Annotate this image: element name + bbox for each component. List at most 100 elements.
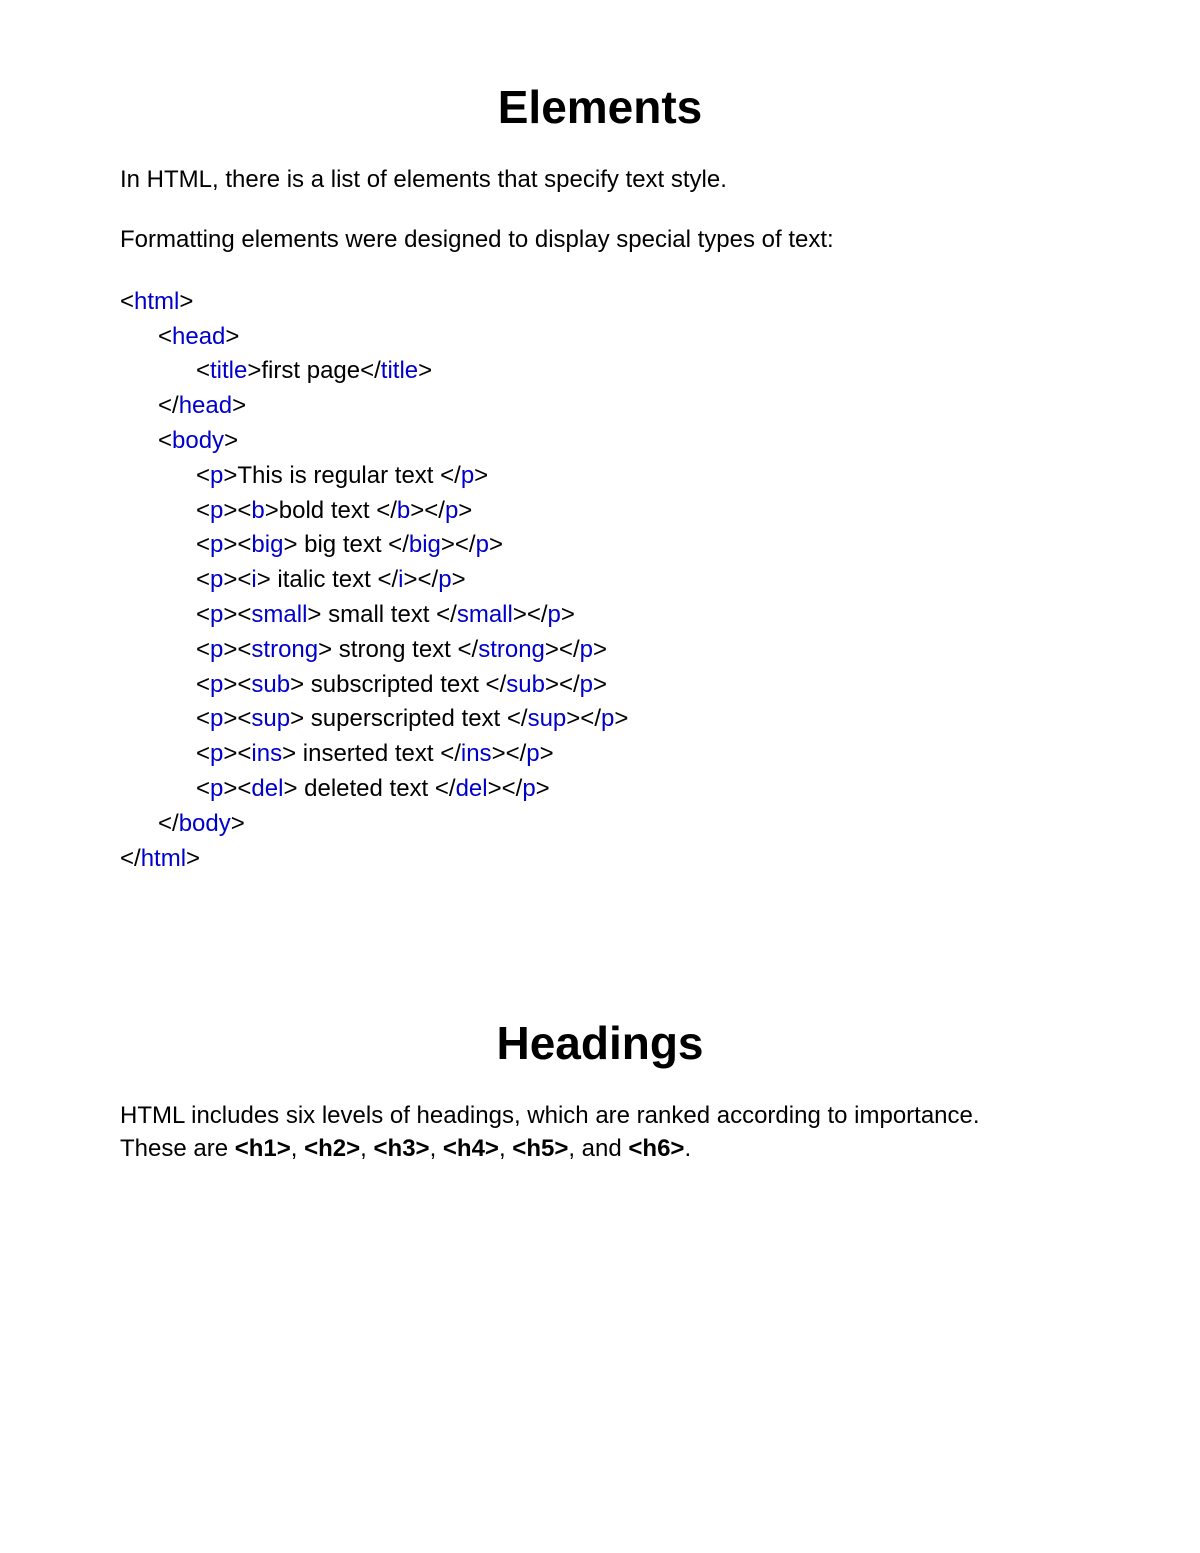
- angle-bracket: </: [580, 705, 601, 732]
- tag-p-close: p: [526, 740, 539, 767]
- angle-bracket: </: [120, 845, 141, 872]
- code-line: <p><i> italic text </i></p>: [120, 563, 1080, 598]
- angle-bracket: >: [225, 323, 239, 350]
- tag-p: p: [210, 740, 223, 767]
- tag-p-close: p: [461, 462, 474, 489]
- tag-p: p: [210, 671, 223, 698]
- code-line: <p><del> deleted text </del></p>: [120, 772, 1080, 807]
- angle-bracket: >: [223, 636, 237, 663]
- tag-p-close: p: [580, 671, 593, 698]
- code-line: <p><big> big text </big></p>: [120, 528, 1080, 563]
- tag-p-open: p: [210, 462, 223, 489]
- h4-tag-label: <h4>: [443, 1135, 499, 1162]
- code-line: <p>This is regular text </p>: [120, 459, 1080, 494]
- angle-bracket: </: [418, 566, 439, 593]
- angle-bracket: >: [257, 566, 271, 593]
- tag-p-close: p: [580, 636, 593, 663]
- text-span: ,: [291, 1135, 304, 1162]
- angle-bracket: <: [196, 531, 210, 558]
- angle-bracket: >: [290, 671, 304, 698]
- angle-bracket: <: [120, 288, 134, 315]
- angle-bracket: <: [196, 357, 210, 384]
- angle-bracket: >: [566, 705, 580, 732]
- angle-bracket: <: [158, 323, 172, 350]
- angle-bracket: <: [196, 775, 210, 802]
- tag-p: p: [210, 775, 223, 802]
- angle-bracket: >: [458, 497, 472, 524]
- angle-bracket: >: [231, 810, 245, 837]
- angle-bracket: </: [388, 531, 409, 558]
- tag-p: p: [210, 601, 223, 628]
- tag-strong-close: strong: [478, 636, 545, 663]
- code-text: This is regular text: [237, 462, 440, 489]
- paragraph-intro-2: Formatting elements were designed to dis…: [120, 224, 1080, 256]
- code-text: big text: [297, 531, 388, 558]
- code-text: italic text: [271, 566, 378, 593]
- paragraph-intro-1: In HTML, there is a list of elements tha…: [120, 164, 1080, 196]
- angle-bracket: >: [179, 288, 193, 315]
- code-example-block: <html> <head> <title>first page</title> …: [120, 285, 1080, 877]
- tag-body-close: body: [179, 810, 231, 837]
- angle-bracket: >: [410, 497, 424, 524]
- tag-ins-close: ins: [461, 740, 492, 767]
- angle-bracket: >: [223, 740, 237, 767]
- angle-bracket: >: [418, 357, 432, 384]
- angle-bracket: >: [452, 566, 466, 593]
- angle-bracket: </: [507, 705, 528, 732]
- tag-body-open: body: [172, 427, 224, 454]
- angle-bracket: >: [489, 531, 503, 558]
- tag-small: small: [251, 601, 307, 628]
- angle-bracket: >: [186, 845, 200, 872]
- paragraph-headings-2: These are <h1>, <h2>, <h3>, <h4>, <h5>, …: [120, 1133, 1080, 1165]
- h5-tag-label: <h5>: [512, 1135, 568, 1162]
- code-text: inserted text: [296, 740, 440, 767]
- angle-bracket: <: [196, 671, 210, 698]
- angle-bracket: </: [506, 740, 527, 767]
- tag-p: p: [210, 636, 223, 663]
- h6-tag-label: <h6>: [628, 1135, 684, 1162]
- angle-bracket: >: [224, 427, 238, 454]
- angle-bracket: </: [360, 357, 381, 384]
- tag-big: big: [251, 531, 283, 558]
- text-span: ,: [430, 1135, 443, 1162]
- tag-b-close: b: [397, 497, 410, 524]
- code-line: <p><sub> subscripted text </sub></p>: [120, 668, 1080, 703]
- angle-bracket: </: [559, 671, 580, 698]
- tag-p: p: [210, 531, 223, 558]
- code-text: strong text: [332, 636, 457, 663]
- angle-bracket: <: [237, 566, 251, 593]
- angle-bracket: >: [545, 636, 559, 663]
- angle-bracket: </: [559, 636, 580, 663]
- angle-bracket: >: [492, 740, 506, 767]
- angle-bracket: </: [527, 601, 548, 628]
- angle-bracket: </: [436, 601, 457, 628]
- tag-strong: strong: [251, 636, 318, 663]
- angle-bracket: <: [196, 740, 210, 767]
- angle-bracket: >: [513, 601, 527, 628]
- angle-bracket: <: [237, 601, 251, 628]
- tag-del-close: del: [456, 775, 488, 802]
- h3-tag-label: <h3>: [374, 1135, 430, 1162]
- text-span: , and: [568, 1135, 628, 1162]
- tag-sub: sub: [251, 671, 290, 698]
- tag-p-close: p: [601, 705, 614, 732]
- angle-bracket: >: [283, 531, 297, 558]
- code-line: <p><small> small text </small></p>: [120, 598, 1080, 633]
- angle-bracket: >: [404, 566, 418, 593]
- angle-bracket: </: [440, 462, 461, 489]
- angle-bracket: >: [540, 740, 554, 767]
- angle-bracket: <: [196, 462, 210, 489]
- angle-bracket: >: [282, 740, 296, 767]
- code-text: small text: [321, 601, 436, 628]
- angle-bracket: >: [223, 497, 237, 524]
- angle-bracket: >: [593, 671, 607, 698]
- code-line: <body>: [120, 424, 1080, 459]
- code-line: </head>: [120, 389, 1080, 424]
- h1-tag-label: <h1>: [235, 1135, 291, 1162]
- code-line: <p><b>bold text </b></p>: [120, 494, 1080, 529]
- angle-bracket: <: [158, 427, 172, 454]
- tag-title-close: title: [381, 357, 418, 384]
- angle-bracket: <: [196, 497, 210, 524]
- angle-bracket: >: [318, 636, 332, 663]
- angle-bracket: >: [488, 775, 502, 802]
